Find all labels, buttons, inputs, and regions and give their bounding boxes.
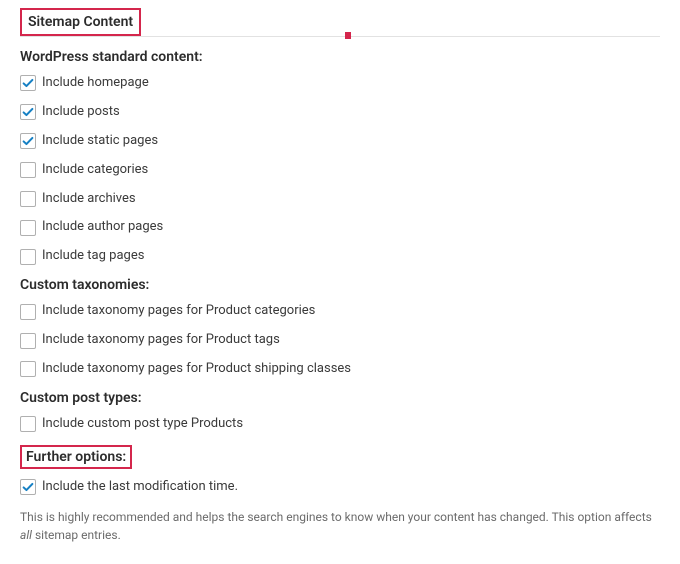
standard-option-row: Include author pages (20, 219, 660, 236)
checkbox[interactable] (20, 361, 36, 377)
checkbox[interactable] (20, 249, 36, 265)
standard-option-row: Include categories (20, 162, 660, 179)
option-label: Include taxonomy pages for Product shipp… (42, 361, 351, 378)
group-standard: Include homepage Include posts Include sta… (20, 75, 660, 265)
taxonomies-option-row: Include taxonomy pages for Product categ… (20, 303, 660, 320)
help-italic: all (20, 528, 32, 542)
further-help-text: This is highly recommended and helps the… (20, 508, 660, 544)
checkbox[interactable] (20, 191, 36, 207)
group-heading-taxonomies: Custom taxonomies: (20, 277, 660, 293)
option-label: Include taxonomy pages for Product tags (42, 332, 280, 349)
checkbox[interactable] (20, 333, 36, 349)
check-icon (21, 134, 35, 148)
checkbox[interactable] (20, 304, 36, 320)
checkbox[interactable] (20, 162, 36, 178)
panel-title-row: Sitemap Content (20, 8, 660, 37)
checkbox[interactable] (20, 416, 36, 432)
checkbox[interactable] (20, 479, 36, 495)
check-icon (21, 480, 35, 494)
checkbox[interactable] (20, 220, 36, 236)
group-posttypes: Include custom post type Products (20, 416, 660, 433)
option-label: Include the last modification time. (42, 479, 238, 496)
option-label: Include tag pages (42, 248, 144, 265)
option-label: Include static pages (42, 133, 158, 150)
option-label: Include posts (42, 104, 120, 121)
red-marker (345, 32, 351, 39)
posttypes-option-row: Include custom post type Products (20, 416, 660, 433)
group-heading-standard: WordPress standard content: (20, 49, 660, 65)
standard-option-row: Include homepage (20, 75, 660, 92)
taxonomies-option-row: Include taxonomy pages for Product tags (20, 332, 660, 349)
further-option-row: Include the last modification time. (20, 479, 660, 496)
group-heading-posttypes: Custom post types: (20, 390, 660, 406)
option-label: Include categories (42, 162, 148, 179)
taxonomies-option-row: Include taxonomy pages for Product shipp… (20, 361, 660, 378)
standard-option-row: Include archives (20, 191, 660, 208)
checkbox[interactable] (20, 133, 36, 149)
standard-option-row: Include posts (20, 104, 660, 121)
option-label: Include author pages (42, 219, 163, 236)
option-label: Include taxonomy pages for Product categ… (42, 303, 315, 320)
option-label: Include homepage (42, 75, 149, 92)
check-icon (21, 76, 35, 90)
panel-title: Sitemap Content (20, 8, 141, 36)
help-pre: This is highly recommended and helps the… (20, 510, 652, 524)
standard-option-row: Include static pages (20, 133, 660, 150)
group-heading-further: Further options: (20, 445, 660, 469)
checkbox[interactable] (20, 104, 36, 120)
check-icon (21, 105, 35, 119)
standard-option-row: Include tag pages (20, 248, 660, 265)
further-heading-highlight: Further options: (20, 445, 132, 469)
help-post: sitemap entries. (32, 528, 121, 542)
option-label: Include custom post type Products (42, 416, 243, 433)
group-further: Include the last modification time. (20, 479, 660, 496)
option-label: Include archives (42, 191, 136, 208)
checkbox[interactable] (20, 75, 36, 91)
group-taxonomies: Include taxonomy pages for Product categ… (20, 303, 660, 378)
